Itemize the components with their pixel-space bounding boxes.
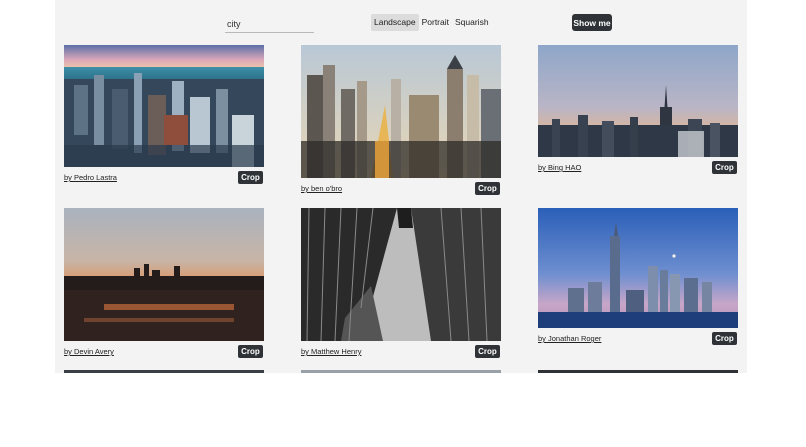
crop-button[interactable]: Crop — [475, 182, 500, 195]
photo-author-link[interactable]: by ben o'bro — [301, 184, 342, 193]
crop-button[interactable]: Crop — [238, 171, 263, 184]
photo-image[interactable] — [538, 208, 738, 328]
crop-button[interactable]: Crop — [475, 345, 500, 358]
crop-button[interactable]: Crop — [712, 161, 737, 174]
photo-image[interactable] — [301, 208, 501, 341]
photo-image[interactable] — [64, 370, 264, 373]
photo-image[interactable] — [64, 45, 264, 167]
orientation-landscape-button[interactable]: Landscape — [371, 14, 419, 31]
orientation-squarish-button[interactable]: Squarish — [452, 14, 492, 31]
photo-author-link[interactable]: by Pedro Lastra — [64, 173, 117, 182]
photo-image[interactable] — [64, 208, 264, 341]
show-me-button[interactable]: Show me — [572, 14, 612, 31]
photo-author-link[interactable]: by Devin Avery — [64, 347, 114, 356]
crop-button[interactable]: Crop — [712, 332, 737, 345]
photo-author-link[interactable]: by Jonathan Roger — [538, 334, 601, 343]
photo-image[interactable] — [538, 45, 738, 157]
photo-image[interactable] — [538, 370, 738, 373]
photo-image[interactable] — [301, 370, 501, 373]
photo-image[interactable] — [301, 45, 501, 178]
orientation-toggle-group: Landscape Portrait Squarish — [371, 14, 492, 31]
search-input[interactable] — [225, 16, 314, 33]
crop-button[interactable]: Crop — [238, 345, 263, 358]
results-panel: Landscape Portrait Squarish Show me — [55, 0, 747, 373]
photo-author-link[interactable]: by Bing HAO — [538, 163, 581, 172]
orientation-portrait-button[interactable]: Portrait — [419, 14, 452, 31]
photo-author-link[interactable]: by Matthew Henry — [301, 347, 361, 356]
